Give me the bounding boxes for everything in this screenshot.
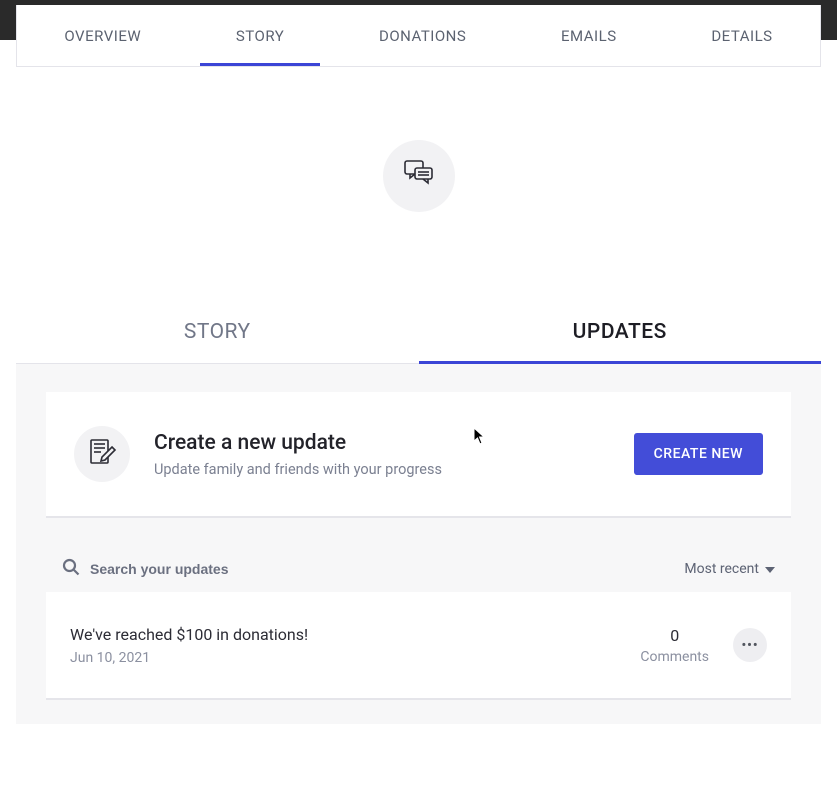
- tab-emails[interactable]: EMAILS: [555, 7, 623, 65]
- search-sort-row: Most recent: [62, 554, 775, 584]
- tab-donations[interactable]: DONATIONS: [373, 7, 472, 65]
- hero-icon-circle: [383, 140, 455, 212]
- update-list-item[interactable]: We've reached $100 in donations! Jun 10,…: [46, 592, 791, 700]
- update-more-button[interactable]: •••: [733, 628, 767, 662]
- update-comments-label: Comments: [640, 649, 709, 665]
- create-update-text: Create a new update Update family and fr…: [154, 431, 634, 478]
- story-subtab-bar: STORY UPDATES: [16, 300, 821, 364]
- update-date: Jun 10, 2021: [70, 650, 640, 666]
- subtab-updates[interactable]: UPDATES: [419, 300, 822, 363]
- tab-story[interactable]: STORY: [230, 7, 290, 65]
- sort-dropdown[interactable]: Most recent: [684, 561, 775, 577]
- search-updates-input[interactable]: [90, 561, 684, 577]
- create-update-title: Create a new update: [154, 431, 634, 455]
- create-new-button[interactable]: CREATE NEW: [634, 433, 763, 475]
- primary-tab-bar: OVERVIEW STORY DONATIONS EMAILS DETAILS: [16, 5, 821, 67]
- update-comments: 0 Comments: [640, 626, 709, 665]
- create-update-subtitle: Update family and friends with your prog…: [154, 461, 634, 478]
- caret-down-icon: [765, 561, 775, 577]
- updates-panel: Create a new update Update family and fr…: [16, 364, 821, 724]
- create-update-icon-circle: [74, 426, 130, 482]
- chat-bubbles-icon: [402, 157, 436, 195]
- subtab-story[interactable]: STORY: [16, 300, 419, 363]
- update-comments-count: 0: [640, 626, 709, 645]
- search-icon: [62, 558, 80, 580]
- tab-details[interactable]: DETAILS: [705, 7, 778, 65]
- create-update-card: Create a new update Update family and fr…: [46, 392, 791, 518]
- document-edit-icon: [87, 437, 117, 471]
- sort-label: Most recent: [684, 561, 759, 577]
- tab-overview[interactable]: OVERVIEW: [58, 7, 147, 65]
- update-main: We've reached $100 in donations! Jun 10,…: [70, 625, 640, 666]
- more-horizontal-icon: •••: [741, 638, 758, 653]
- update-title: We've reached $100 in donations!: [70, 625, 640, 644]
